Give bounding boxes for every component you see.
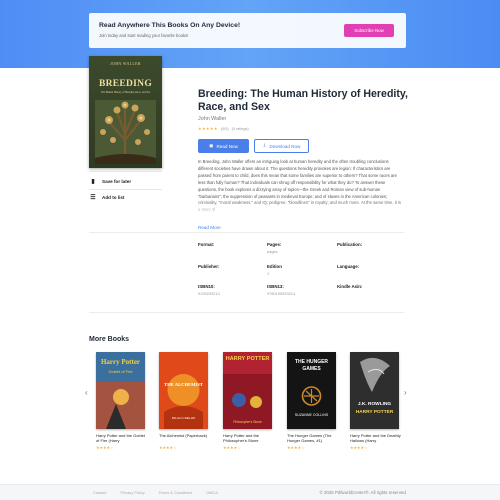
isbn10-field: ISBN10: 0199253213 [198, 284, 220, 296]
carousel-prev-icon[interactable]: ‹ [85, 388, 88, 397]
book-card-cover-title: THE ALCHEMIST [164, 382, 203, 387]
footer-link-terms[interactable]: Terms & Conditions [159, 490, 193, 495]
cover-family-tree-illustration [95, 100, 156, 164]
rating-count: (0 ratings) [231, 126, 249, 131]
kindle-asin-label: Kindle Asin: [337, 284, 363, 289]
book-card[interactable]: THE HUNGER GAMES SUZANNE COLLINS The Hun… [287, 352, 339, 450]
book-card-cover: THE ALCHEMIST PAULO COELHO [159, 352, 208, 429]
read-now-label: Read Now [216, 143, 238, 149]
edition-label: Edition [267, 264, 282, 269]
more-books-title: More Books [89, 336, 130, 343]
book-cover: JOHN WALLER BREEDING The Human History o… [89, 56, 162, 168]
book-card-cover-subtitle: PAULO COELHO [171, 416, 196, 420]
book-card-title: Harry Potter and the Deathly Hallows (Ha… [350, 433, 401, 444]
promo-banner: Read Anywhere This Books On Any Device! … [89, 13, 406, 48]
description-fade [198, 200, 404, 216]
book-card-title: The Hunger Games (The Hunger Games, #1) [287, 433, 332, 444]
language-label: Language: [337, 264, 360, 269]
download-icon: ⇩ [262, 143, 267, 148]
publisher-label: Publisher: [198, 264, 220, 269]
promo-subtitle: Join today and start reading your favori… [99, 33, 189, 38]
book-card[interactable]: Harry Potter Goblet of Fire Harry Potter… [96, 352, 148, 450]
book-card-cover: THE HUNGER GAMES SUZANNE COLLINS [287, 352, 336, 429]
cover-title: BREEDING [98, 79, 153, 89]
add-to-list-label: Add to list [102, 194, 125, 200]
pages-value: pages [267, 249, 278, 254]
download-now-button[interactable]: ⇩ Download Now [254, 139, 309, 153]
book-card-cover-subtitle: SUZANNE COLLINS [294, 413, 329, 417]
book-card-rating: ★★★★☆ [159, 445, 177, 450]
add-to-list-button[interactable]: ☰ Add to list [89, 190, 162, 204]
edition-value: 1 [267, 271, 270, 276]
promo-title: Read Anywhere This Books On Any Device! [99, 22, 241, 29]
save-for-later-button[interactable]: ▮ Save for later [89, 174, 162, 188]
section-divider [89, 312, 404, 313]
isbn13-value: 9780199253214 [267, 291, 296, 296]
publisher-field: Publisher: [198, 264, 219, 271]
book-card-rating: ★★★★☆ [96, 445, 114, 450]
footer-links: Contact Privacy Policy Terms & Condition… [93, 490, 218, 495]
footer-link-privacy[interactable]: Privacy Policy [120, 490, 144, 495]
cover-subtitle: The Human History of Heredity, Race, and… [100, 91, 151, 94]
cover-author: JOHN WALLER [110, 61, 141, 66]
format-label: Format: [198, 242, 215, 247]
download-now-label: Download Now [269, 143, 301, 149]
footer: Contact Privacy Policy Terms & Condition… [0, 484, 500, 500]
book-card[interactable]: THE ALCHEMIST PAULO COELHO The Alchemist… [159, 352, 211, 450]
save-for-later-label: Save for later [102, 178, 132, 184]
subscribe-button[interactable]: Subscribe Now [344, 24, 394, 37]
book-card[interactable]: HARRY POTTER Philosopher's Stone Harry P… [223, 352, 275, 450]
carousel-next-icon[interactable]: › [404, 388, 407, 397]
read-now-button[interactable]: ▣ Read Now [198, 139, 249, 153]
publication-label: Publication: [337, 242, 363, 247]
section-divider [89, 232, 404, 233]
book-card-illustration [301, 386, 322, 406]
book-card-rating: ★★★★☆ [287, 445, 305, 450]
copyright-text: © 2025 PdfworldCenter®. All rights reser… [319, 490, 408, 495]
book-title: Breeding: The Human History of Heredity,… [198, 88, 408, 114]
book-card-cover: J.K. ROWLING HARRY POTTER [350, 352, 399, 429]
book-card[interactable]: J.K. ROWLING HARRY POTTER Harry Potter a… [350, 352, 402, 450]
isbn10-value: 0199253213 [198, 291, 220, 296]
book-card-cover-title: J.K. ROWLING [357, 402, 392, 407]
book-card-title: The Alchemist (Paperback) [159, 433, 208, 438]
isbn10-label: ISBN10: [198, 284, 215, 289]
book-card-illustration [96, 382, 145, 429]
book-card-cover: Harry Potter Goblet of Fire [96, 352, 145, 429]
book-card-illustration [223, 374, 272, 429]
book-card-cover-subtitle: Philosopher's Stone [233, 420, 262, 424]
edition-field: Edition 1 [267, 264, 282, 276]
side-divider [89, 171, 162, 172]
isbn13-field: ISBN13: 9780199253214 [267, 284, 295, 296]
list-icon: ☰ [90, 194, 96, 201]
isbn13-label: ISBN13: [267, 284, 284, 289]
bookmark-icon: ▮ [91, 178, 95, 185]
language-field: Language: [337, 264, 359, 271]
book-card-rating: ★★★★☆ [350, 445, 368, 450]
book-card-cover-subtitle: HARRY POTTER [355, 410, 394, 415]
book-open-icon: ▣ [209, 143, 214, 148]
book-card-rating: ★★★★☆ [223, 445, 241, 450]
book-author[interactable]: John Waller [198, 116, 226, 122]
book-card-illustration [360, 357, 390, 392]
book-card-title: Harry Potter and the Philosopher's Stone [223, 433, 260, 444]
pages-label: Pages: [267, 242, 282, 247]
rating-value: (0/5) [220, 126, 229, 131]
book-card-cover: HARRY POTTER Philosopher's Stone [223, 352, 272, 429]
rating-stars: ★★★★★ [198, 126, 218, 131]
kindle-asin-field: Kindle Asin: [337, 284, 362, 291]
book-card-title: Harry Potter and the Goblet of Fire (Har… [96, 433, 145, 444]
footer-link-dmca[interactable]: DMCA [206, 490, 217, 495]
read-more-link[interactable]: Read More [198, 225, 221, 230]
rating-row: ★★★★★ (0/5) (0 ratings) [198, 126, 249, 131]
pages-field: Pages: pages [267, 242, 281, 254]
footer-link-contact[interactable]: Contact [93, 490, 106, 495]
publication-field: Publication: [337, 242, 362, 249]
format-field: Format: [198, 242, 214, 249]
